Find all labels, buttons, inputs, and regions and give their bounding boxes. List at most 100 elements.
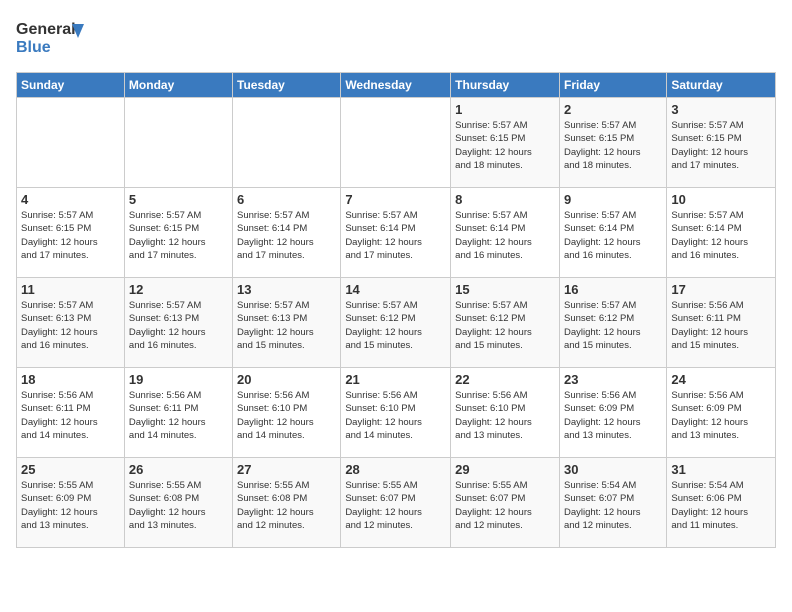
day-info: Sunrise: 5:57 AM Sunset: 6:14 PM Dayligh… — [237, 209, 336, 262]
day-cell: 6 Sunrise: 5:57 AM Sunset: 6:14 PM Daylig… — [233, 188, 341, 278]
day-number: 15 — [455, 282, 555, 297]
header-tuesday: Tuesday — [233, 73, 341, 98]
day-info: Sunrise: 5:57 AM Sunset: 6:15 PM Dayligh… — [455, 119, 555, 172]
day-number: 24 — [671, 372, 771, 387]
day-cell: 11 Sunrise: 5:57 AM Sunset: 6:13 PM Dayli… — [17, 278, 125, 368]
day-number: 29 — [455, 462, 555, 477]
day-cell: 26 Sunrise: 5:55 AM Sunset: 6:08 PM Dayli… — [124, 458, 232, 548]
day-number: 27 — [237, 462, 336, 477]
day-info: Sunrise: 5:57 AM Sunset: 6:14 PM Dayligh… — [671, 209, 771, 262]
header-sunday: Sunday — [17, 73, 125, 98]
day-number: 26 — [129, 462, 228, 477]
day-info: Sunrise: 5:57 AM Sunset: 6:14 PM Dayligh… — [345, 209, 446, 262]
day-info: Sunrise: 5:55 AM Sunset: 6:08 PM Dayligh… — [129, 479, 228, 532]
week-row-4: 18 Sunrise: 5:56 AM Sunset: 6:11 PM Dayli… — [17, 368, 776, 458]
day-info: Sunrise: 5:57 AM Sunset: 6:14 PM Dayligh… — [455, 209, 555, 262]
day-number: 8 — [455, 192, 555, 207]
page-header: GeneralBlue — [16, 16, 776, 60]
day-info: Sunrise: 5:57 AM Sunset: 6:12 PM Dayligh… — [345, 299, 446, 352]
day-cell: 12 Sunrise: 5:57 AM Sunset: 6:13 PM Dayli… — [124, 278, 232, 368]
day-cell: 7 Sunrise: 5:57 AM Sunset: 6:14 PM Daylig… — [341, 188, 451, 278]
logo: GeneralBlue — [16, 16, 88, 60]
day-number: 6 — [237, 192, 336, 207]
day-cell — [17, 98, 125, 188]
day-info: Sunrise: 5:55 AM Sunset: 6:07 PM Dayligh… — [455, 479, 555, 532]
week-row-2: 4 Sunrise: 5:57 AM Sunset: 6:15 PM Daylig… — [17, 188, 776, 278]
day-cell — [233, 98, 341, 188]
day-cell: 4Sunrise: 5:57 AM Sunset: 6:15 PM Daylig… — [17, 188, 125, 278]
day-cell: 30 Sunrise: 5:54 AM Sunset: 6:07 PM Dayli… — [559, 458, 666, 548]
day-cell: 15 Sunrise: 5:57 AM Sunset: 6:12 PM Dayli… — [451, 278, 560, 368]
day-number: 13 — [237, 282, 336, 297]
day-number: 4 — [21, 192, 120, 207]
week-row-1: 1Sunrise: 5:57 AM Sunset: 6:15 PM Daylig… — [17, 98, 776, 188]
day-number: 31 — [671, 462, 771, 477]
logo-svg: GeneralBlue — [16, 16, 88, 60]
day-info: Sunrise: 5:56 AM Sunset: 6:10 PM Dayligh… — [237, 389, 336, 442]
day-number: 23 — [564, 372, 662, 387]
day-cell: 1Sunrise: 5:57 AM Sunset: 6:15 PM Daylig… — [451, 98, 560, 188]
day-info: Sunrise: 5:57 AM Sunset: 6:13 PM Dayligh… — [129, 299, 228, 352]
day-cell: 28 Sunrise: 5:55 AM Sunset: 6:07 PM Dayli… — [341, 458, 451, 548]
day-info: Sunrise: 5:55 AM Sunset: 6:08 PM Dayligh… — [237, 479, 336, 532]
day-number: 30 — [564, 462, 662, 477]
header-monday: Monday — [124, 73, 232, 98]
day-cell: 10 Sunrise: 5:57 AM Sunset: 6:14 PM Dayli… — [667, 188, 776, 278]
day-cell: 5 Sunrise: 5:57 AM Sunset: 6:15 PM Daylig… — [124, 188, 232, 278]
header-saturday: Saturday — [667, 73, 776, 98]
day-info: Sunrise: 5:56 AM Sunset: 6:10 PM Dayligh… — [345, 389, 446, 442]
day-info: Sunrise: 5:54 AM Sunset: 6:06 PM Dayligh… — [671, 479, 771, 532]
day-number: 18 — [21, 372, 120, 387]
week-row-3: 11 Sunrise: 5:57 AM Sunset: 6:13 PM Dayli… — [17, 278, 776, 368]
day-cell — [341, 98, 451, 188]
week-row-5: 25 Sunrise: 5:55 AM Sunset: 6:09 PM Dayli… — [17, 458, 776, 548]
day-info: Sunrise: 5:54 AM Sunset: 6:07 PM Dayligh… — [564, 479, 662, 532]
day-cell: 2 Sunrise: 5:57 AM Sunset: 6:15 PM Daylig… — [559, 98, 666, 188]
day-info: Sunrise: 5:57 AM Sunset: 6:15 PM Dayligh… — [129, 209, 228, 262]
day-number: 20 — [237, 372, 336, 387]
header-thursday: Thursday — [451, 73, 560, 98]
header-friday: Friday — [559, 73, 666, 98]
day-number: 14 — [345, 282, 446, 297]
day-cell: 16Sunrise: 5:57 AM Sunset: 6:12 PM Dayli… — [559, 278, 666, 368]
day-number: 3 — [671, 102, 771, 117]
day-cell: 20 Sunrise: 5:56 AM Sunset: 6:10 PM Dayli… — [233, 368, 341, 458]
day-number: 11 — [21, 282, 120, 297]
day-cell: 31 Sunrise: 5:54 AM Sunset: 6:06 PM Dayli… — [667, 458, 776, 548]
day-cell: 27 Sunrise: 5:55 AM Sunset: 6:08 PM Dayli… — [233, 458, 341, 548]
day-cell: 25 Sunrise: 5:55 AM Sunset: 6:09 PM Dayli… — [17, 458, 125, 548]
day-number: 22 — [455, 372, 555, 387]
day-info: Sunrise: 5:57 AM Sunset: 6:13 PM Dayligh… — [237, 299, 336, 352]
day-cell: 18 Sunrise: 5:56 AM Sunset: 6:11 PM Dayli… — [17, 368, 125, 458]
day-cell: 22 Sunrise: 5:56 AM Sunset: 6:10 PM Dayli… — [451, 368, 560, 458]
day-number: 7 — [345, 192, 446, 207]
day-number: 2 — [564, 102, 662, 117]
day-info: Sunrise: 5:55 AM Sunset: 6:07 PM Dayligh… — [345, 479, 446, 532]
day-number: 28 — [345, 462, 446, 477]
day-cell: 23Sunrise: 5:56 AM Sunset: 6:09 PM Dayli… — [559, 368, 666, 458]
day-cell: 29 Sunrise: 5:55 AM Sunset: 6:07 PM Dayli… — [451, 458, 560, 548]
day-info: Sunrise: 5:56 AM Sunset: 6:11 PM Dayligh… — [129, 389, 228, 442]
day-info: Sunrise: 5:57 AM Sunset: 6:12 PM Dayligh… — [455, 299, 555, 352]
day-info: Sunrise: 5:56 AM Sunset: 6:10 PM Dayligh… — [455, 389, 555, 442]
header-wednesday: Wednesday — [341, 73, 451, 98]
day-cell: 19Sunrise: 5:56 AM Sunset: 6:11 PM Dayli… — [124, 368, 232, 458]
day-cell: 17Sunrise: 5:56 AM Sunset: 6:11 PM Dayli… — [667, 278, 776, 368]
day-cell: 21Sunrise: 5:56 AM Sunset: 6:10 PM Dayli… — [341, 368, 451, 458]
day-info: Sunrise: 5:57 AM Sunset: 6:15 PM Dayligh… — [564, 119, 662, 172]
day-cell: 8 Sunrise: 5:57 AM Sunset: 6:14 PM Daylig… — [451, 188, 560, 278]
day-cell: 24Sunrise: 5:56 AM Sunset: 6:09 PM Dayli… — [667, 368, 776, 458]
day-number: 10 — [671, 192, 771, 207]
day-info: Sunrise: 5:57 AM Sunset: 6:13 PM Dayligh… — [21, 299, 120, 352]
day-info: Sunrise: 5:55 AM Sunset: 6:09 PM Dayligh… — [21, 479, 120, 532]
day-cell: 9Sunrise: 5:57 AM Sunset: 6:14 PM Daylig… — [559, 188, 666, 278]
day-number: 25 — [21, 462, 120, 477]
svg-text:General: General — [16, 21, 76, 38]
day-number: 5 — [129, 192, 228, 207]
day-number: 12 — [129, 282, 228, 297]
day-cell: 3Sunrise: 5:57 AM Sunset: 6:15 PM Daylig… — [667, 98, 776, 188]
day-info: Sunrise: 5:56 AM Sunset: 6:11 PM Dayligh… — [21, 389, 120, 442]
day-info: Sunrise: 5:56 AM Sunset: 6:11 PM Dayligh… — [671, 299, 771, 352]
day-cell: 14 Sunrise: 5:57 AM Sunset: 6:12 PM Dayli… — [341, 278, 451, 368]
day-number: 9 — [564, 192, 662, 207]
